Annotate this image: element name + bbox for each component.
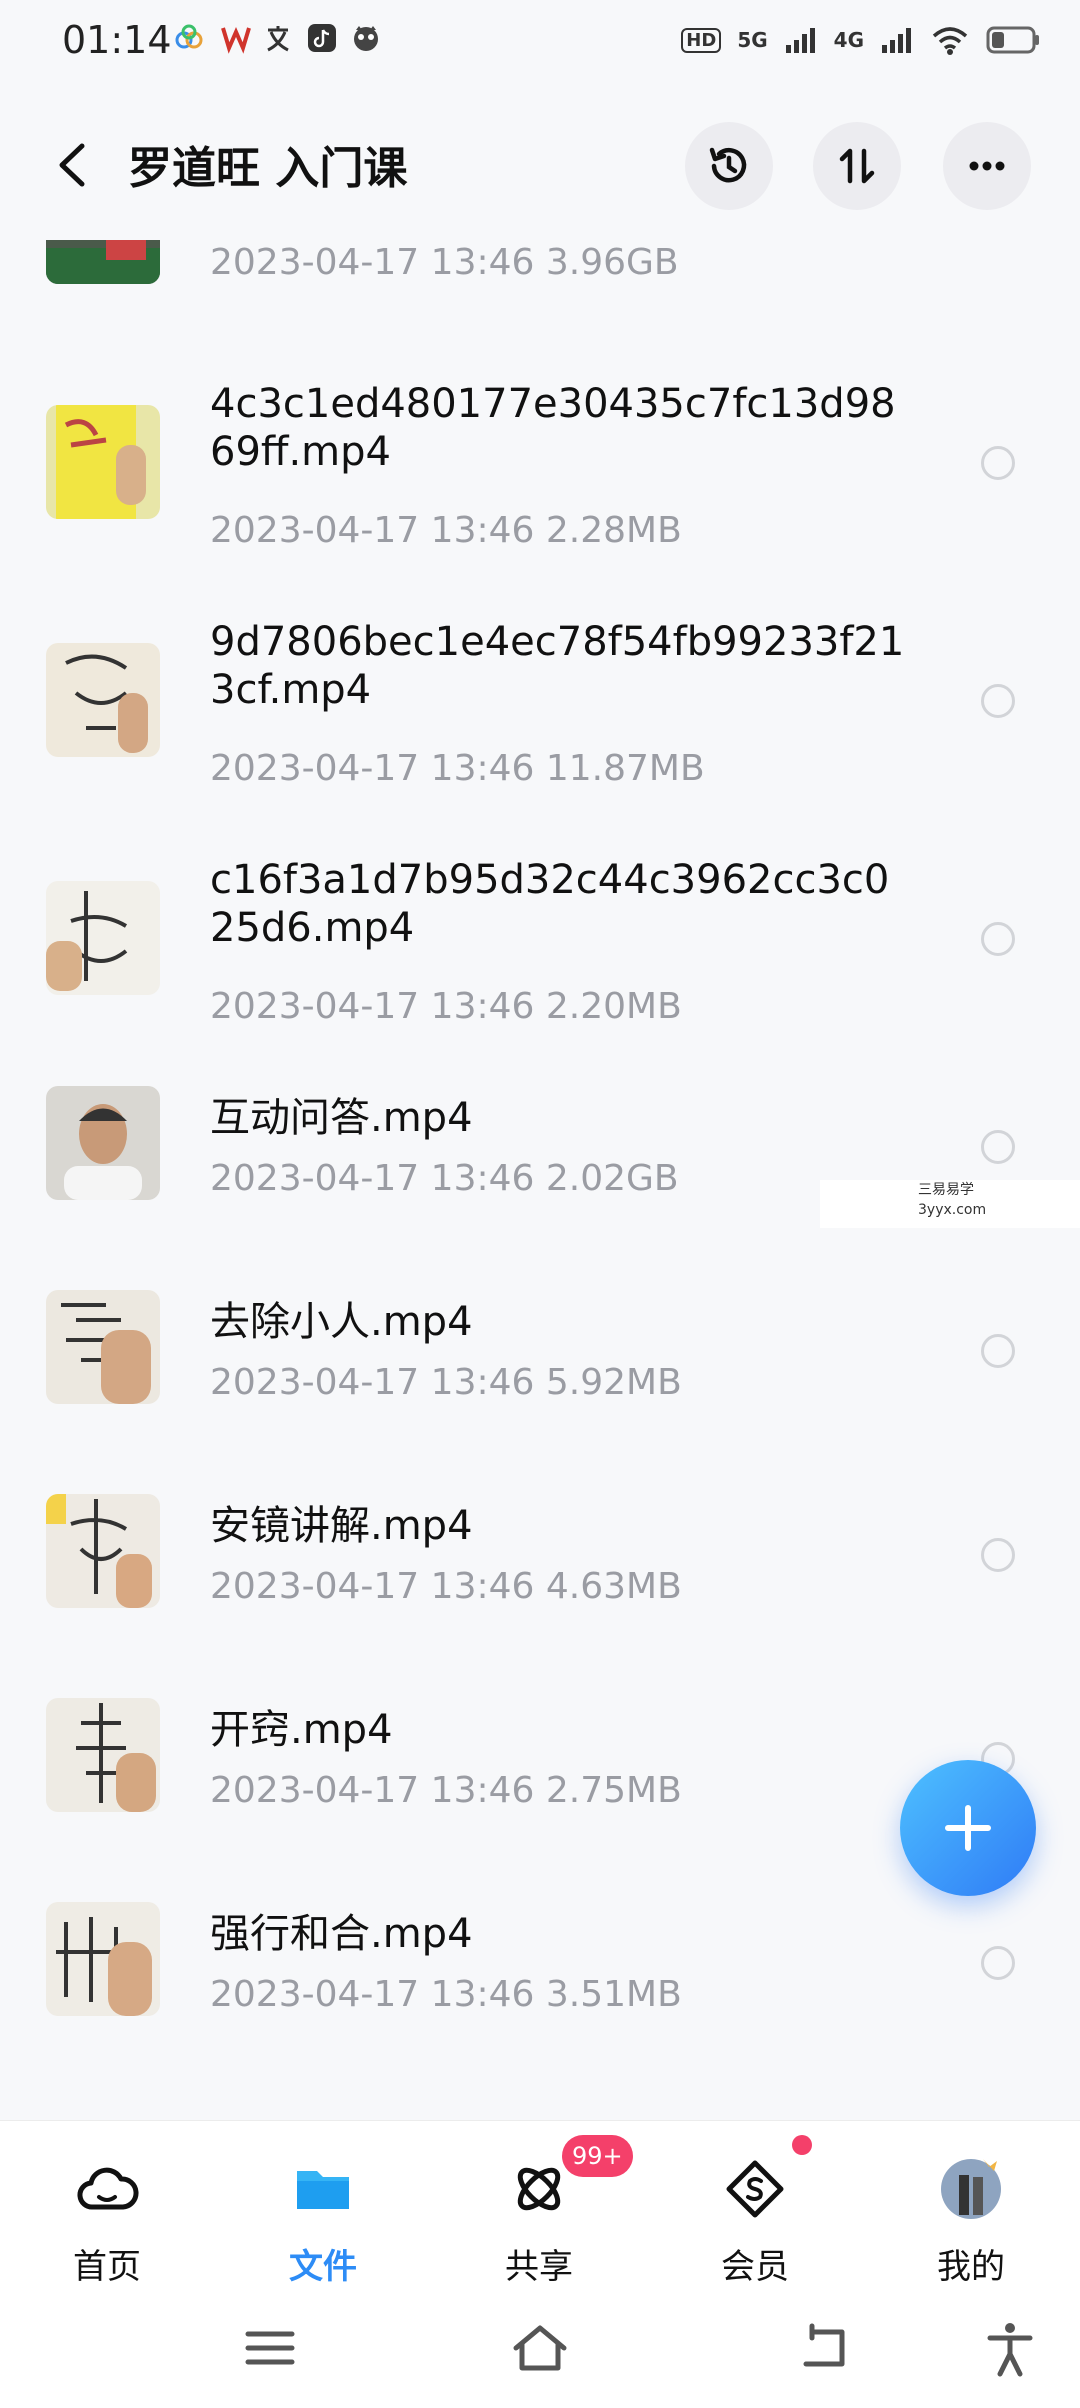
file-date: 2023-04-17 13:46 — [210, 1770, 535, 1811]
network-4g-label: 4G — [833, 28, 864, 52]
more-button[interactable] — [943, 122, 1031, 210]
status-bar: 01:14 HD 5G 4G — [0, 0, 1080, 90]
file-name: 强行和合.mp4 — [210, 1911, 473, 1957]
select-radio[interactable] — [981, 1334, 1015, 1368]
system-nav-bar — [0, 2290, 1080, 2408]
file-name: 9d7806bec1e4ec78f54fb99233f213cf.mp4 — [210, 619, 905, 713]
tab-home-label: 首页 — [73, 2247, 141, 2287]
file-date: 2023-04-17 13:46 — [210, 1362, 535, 1403]
hd-indicator: HD — [681, 27, 722, 53]
tab-share-label: 共享 — [505, 2247, 573, 2287]
tab-home[interactable]: 首页 — [37, 2149, 177, 2289]
select-radio[interactable] — [981, 1130, 1015, 1164]
file-size: 3.96GB — [545, 242, 679, 283]
select-radio[interactable] — [981, 1538, 1015, 1572]
status-time: 01:14 — [62, 18, 172, 62]
file-date: 2023-04-17 13:46 — [210, 748, 535, 789]
sort-icon — [839, 148, 875, 184]
accessibility-icon[interactable] — [980, 2318, 1040, 2378]
vip-diamond-icon — [726, 2160, 784, 2218]
header: 罗道旺 入门课 — [0, 90, 1080, 240]
file-name: 开窍.mp4 — [210, 1707, 393, 1753]
tiktok-icon — [308, 24, 336, 52]
partial-video-thumb — [46, 240, 160, 284]
battery-icon — [986, 26, 1039, 54]
person-thumb — [46, 1086, 160, 1200]
talisman-thumb — [46, 1698, 160, 1812]
history-icon — [709, 147, 747, 183]
menu-icon[interactable] — [240, 2318, 300, 2378]
plus-icon — [945, 1805, 991, 1851]
talisman-thumb — [46, 1290, 160, 1404]
back-button[interactable] — [52, 140, 92, 190]
file-size: 2.75MB — [545, 1770, 682, 1811]
file-date: 2023-04-17 13:46 — [210, 986, 535, 1027]
bottom-tab-bar: 首页 文件 共享 会员 我的 — [0, 2120, 1080, 2291]
file-size: 4.63MB — [545, 1566, 682, 1607]
signal-5g-icon — [785, 28, 815, 53]
cat-app-icon — [354, 26, 378, 51]
wifi-icon — [932, 27, 968, 55]
home-icon[interactable] — [510, 2318, 570, 2378]
tab-mine[interactable]: 我的 — [901, 2149, 1041, 2289]
watermark-line2: 3yyx.com — [918, 1202, 987, 1218]
share-orbit-icon — [517, 2167, 561, 2211]
history-button[interactable] — [685, 122, 773, 210]
tab-mine-label: 我的 — [937, 2247, 1005, 2287]
file-date: 2023-04-17 13:46 — [210, 242, 535, 283]
avatar-icon — [941, 2159, 1001, 2219]
file-size: 3.51MB — [545, 1974, 682, 2015]
cloud-app-icon — [175, 24, 203, 49]
network-5g-label: 5G — [737, 28, 768, 52]
file-name: 4c3c1ed480177e30435c7fc13d9869ff.mp4 — [210, 381, 896, 475]
select-radio[interactable] — [981, 1946, 1015, 1980]
talisman-thumb — [46, 1902, 160, 2016]
folder-icon — [297, 2171, 349, 2209]
page-title: 罗道旺 入门课 — [128, 143, 408, 194]
file-date: 2023-04-17 13:46 — [210, 510, 535, 551]
file-size: 5.92MB — [545, 1362, 682, 1403]
watermark: 三易易学 3yyx.com — [820, 1180, 1080, 1228]
translate-icon — [267, 26, 289, 52]
yellow-paper-thumb — [46, 405, 160, 519]
sort-button[interactable] — [813, 122, 901, 210]
select-radio[interactable] — [981, 446, 1015, 480]
talisman-thumb — [46, 1494, 160, 1608]
file-name: c16f3a1d7b95d32c44c3962cc3c025d6.mp4 — [210, 857, 890, 951]
vip-notification-dot — [792, 2135, 812, 2155]
wps-icon — [221, 27, 251, 54]
file-size: 11.87MB — [545, 748, 705, 789]
talisman-thumb — [46, 643, 160, 757]
talisman-thumb — [46, 881, 160, 995]
status-right: HD 5G 4G — [681, 18, 1040, 62]
more-icon — [969, 161, 1005, 171]
file-size: 2.20MB — [545, 986, 682, 1027]
tab-files-label: 文件 — [289, 2247, 357, 2287]
watermark-line1: 三易易学 — [918, 1182, 974, 1198]
tab-vip-label: 会员 — [721, 2247, 789, 2287]
file-size: 2.02GB — [545, 1158, 679, 1199]
select-radio[interactable] — [981, 684, 1015, 718]
file-date: 2023-04-17 13:46 — [210, 1158, 535, 1199]
file-name: 安镜讲解.mp4 — [210, 1503, 473, 1549]
share-badge: 99+ — [562, 2135, 633, 2177]
file-name: 去除小人.mp4 — [210, 1299, 473, 1345]
select-radio[interactable] — [981, 922, 1015, 956]
file-date: 2023-04-17 13:46 — [210, 1566, 535, 1607]
add-fab-button[interactable] — [900, 1760, 1036, 1896]
file-size: 2.28MB — [545, 510, 682, 551]
signal-4g-icon — [882, 28, 911, 53]
file-date: 2023-04-17 13:46 — [210, 1974, 535, 2015]
cloud-icon — [77, 2167, 139, 2210]
tab-files[interactable]: 文件 — [253, 2149, 393, 2289]
file-name: 互动问答.mp4 — [210, 1095, 473, 1141]
back-icon[interactable] — [796, 2318, 856, 2378]
tab-vip[interactable]: 会员 — [685, 2149, 825, 2289]
